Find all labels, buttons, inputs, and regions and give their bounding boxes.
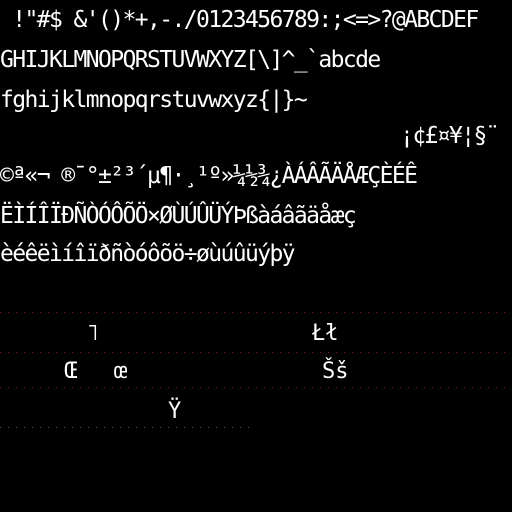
glyph-cell-oe-lower: œ	[114, 359, 128, 384]
grid-dots-line	[0, 312, 512, 313]
glyph-row-latin1-1: ¡¢£¤¥¦§¨	[400, 123, 500, 149]
glyph-cell-oe-upper: Œ	[64, 359, 78, 384]
glyph-sheet: !"#$ &'()*+,-./0123456789:;<=>?@ABCDEF G…	[0, 0, 512, 512]
glyph-row-ascii-3: fghijklmnopqrstuvwxyz{|}~	[0, 87, 308, 113]
glyph-row-latin1-4: èéêëìíîïðñòóôõö÷øùúûüýþÿ	[0, 241, 296, 267]
grid-dots-line	[0, 352, 512, 353]
glyph-cell-not-sign: ˥	[86, 321, 100, 346]
glyph-cell-l-stroke: Łł	[312, 321, 339, 346]
glyph-row-latin1-3: ËÌÍÎÏÐÑÒÓÔÕÖ×ØÙÚÛÜÝÞßàáâãäåæç	[0, 203, 357, 229]
glyph-row-latin1-2: ©ª«¬ ®¯°±²³´µ¶·¸¹º»¼½¾¿ÀÁÂÃÄÅÆÇÈÉÊ	[0, 163, 418, 189]
glyph-row-ascii-2: GHIJKLMNOPQRSTUVWXYZ[\]^_`abcde	[0, 47, 381, 73]
grid-dots-line	[0, 427, 250, 428]
glyph-row-ascii-1: !"#$ &'()*+,-./0123456789:;<=>?@ABCDEF	[0, 7, 479, 33]
glyph-cell-y-diaeresis: Ÿ	[168, 399, 182, 424]
glyph-cell-s-caron: Šš	[322, 359, 349, 384]
